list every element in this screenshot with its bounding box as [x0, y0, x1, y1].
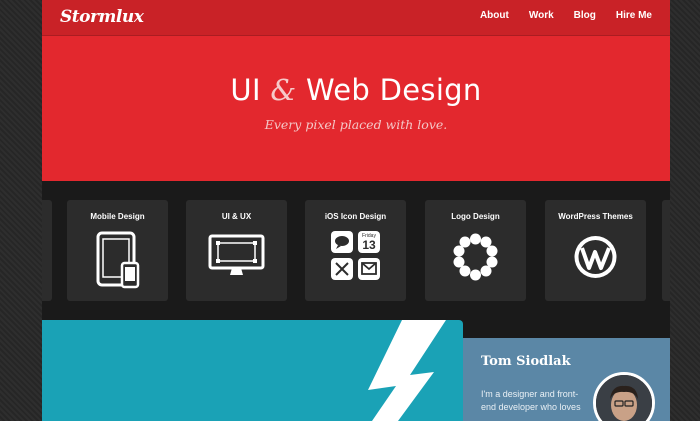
calendar-date: 13 [362, 238, 376, 252]
services-strip: Mobile Design UI & UX iOS Icon Design Fr… [42, 181, 670, 319]
logo-circle-icon [453, 233, 498, 281]
main-nav: About Work Blog Hire Me [480, 0, 670, 36]
devices-icon [96, 231, 140, 289]
nav-about[interactable]: About [480, 0, 509, 36]
about-card: Tom Siodlak I'm a designer and front-end… [463, 338, 670, 421]
hero-title: UI & Web Design [42, 73, 670, 107]
service-label: iOS Icon Design [324, 212, 387, 221]
website: Stormlux About Work Blog Hire Me UI & We… [42, 0, 670, 421]
service-label: UI & UX [221, 212, 252, 221]
about-description: I'm a designer and front-end developer w… [481, 389, 581, 412]
nav-work[interactable]: Work [529, 0, 554, 36]
nav-hire-me[interactable]: Hire Me [616, 0, 652, 36]
page-background-right [670, 0, 700, 421]
service-label: Logo Design [451, 212, 500, 221]
featured-promo-panel[interactable] [42, 320, 463, 421]
service-tile-ui-ux[interactable]: UI & UX [186, 200, 287, 301]
service-tile-mobile[interactable]: Mobile Design [67, 200, 168, 301]
app-icons-grid-icon: Friday 13 [331, 231, 380, 280]
service-label: WordPress Themes [558, 212, 633, 221]
monitor-icon [208, 234, 265, 275]
site-logo[interactable]: Stormlux [60, 7, 144, 27]
service-tile-ios-icon[interactable]: iOS Icon Design Friday 13 [305, 200, 406, 301]
profile-photo [596, 375, 652, 421]
service-tile-logo[interactable]: Logo Design [425, 200, 526, 301]
hero-title-web-design: Web Design [306, 73, 482, 107]
wordpress-icon [574, 236, 617, 278]
hero-banner: UI & Web Design Every pixel placed with … [42, 36, 670, 181]
hero-title-ui: UI [230, 73, 261, 107]
lightning-bolt-icon [368, 320, 446, 421]
service-tile-partial-left[interactable] [42, 200, 52, 301]
service-label: Mobile Design [90, 212, 145, 221]
avatar [593, 372, 655, 421]
page-background-left [0, 0, 42, 421]
top-navigation-bar: Stormlux About Work Blog Hire Me [42, 0, 670, 36]
service-tile-partial-right[interactable] [662, 200, 670, 301]
nav-blog[interactable]: Blog [574, 0, 596, 36]
service-tile-wordpress[interactable]: WordPress Themes [545, 200, 646, 301]
hero-title-ampersand: & [270, 73, 297, 107]
hero-subtitle: Every pixel placed with love. [264, 117, 448, 132]
about-name: Tom Siodlak [481, 354, 571, 369]
